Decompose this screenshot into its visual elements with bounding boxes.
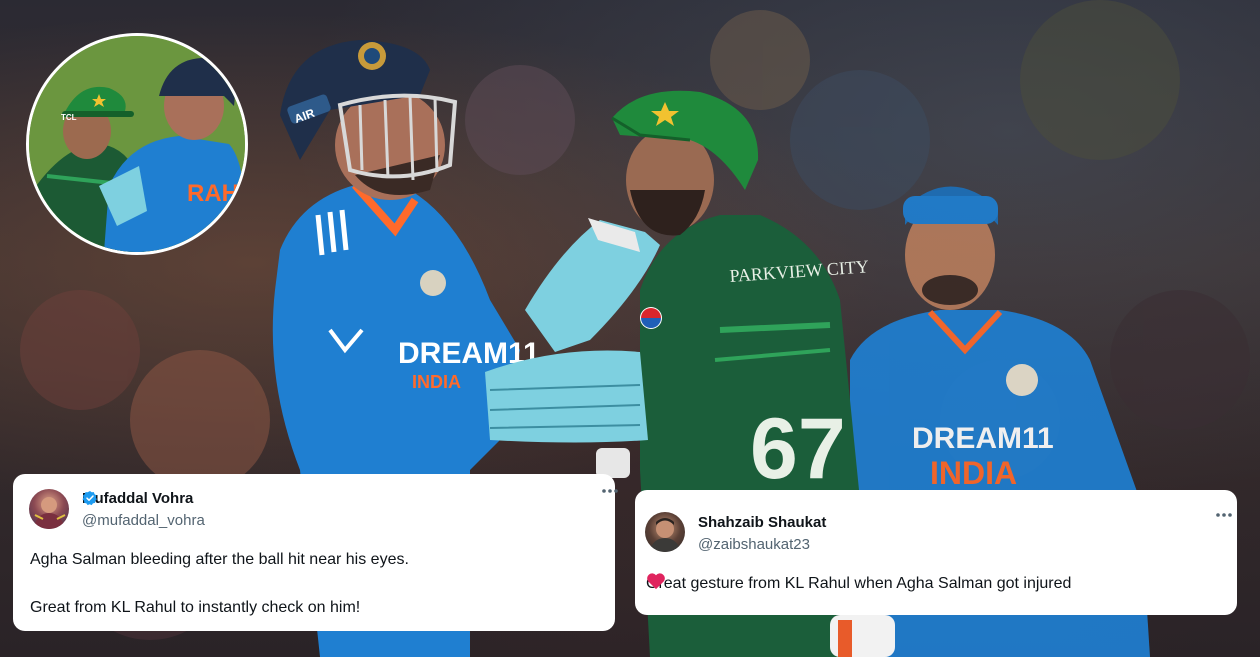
author-row: Shahzaib Shaukat [698,514,826,531]
inset-photo: TCL RAH [26,33,248,255]
avatar-image [649,518,681,552]
author-name[interactable]: Mufaddal Vohra [82,490,193,507]
inset-logo-text: TCL [61,113,77,122]
tweet-card-mufaddal[interactable]: Mufaddal Vohra @mufaddal_vohra Agha Salm… [13,474,618,631]
tweet-text: Great gesture from KL Rahul when Agha Sa… [646,575,1072,592]
verified-badge-icon [82,491,97,506]
avatar[interactable] [29,489,69,529]
more-dots [602,489,618,493]
jersey-right-brand: DREAM11 [912,422,1054,455]
inset-illustration: TCL RAH [29,36,245,252]
author-row: Mufaddal Vohra [82,490,193,507]
tweet-text-line-1: Great gesture from KL Rahul when Agha Sa… [646,572,1071,596]
jersey-right-country: INDIA [930,455,1017,491]
author-handle[interactable]: @zaibshaukat23 [698,536,810,553]
tweet-text-line-2: Great from KL Rahul to instantly check o… [30,599,361,616]
jersey-middle-number: 67 [750,401,846,497]
tweet-card-shahzaib[interactable]: Shahzaib Shaukat @zaibshaukat23 Great ge… [635,490,1237,615]
author-handle[interactable]: @mufaddal_vohra [82,512,205,529]
news-photo: DREAM11 INDIA PARKVIEW CITY 67 DREAM11 I… [0,0,1260,657]
inset-jersey-name: RAH [187,180,239,207]
red-heart-icon [647,573,665,590]
author-name[interactable]: Shahzaib Shaukat [698,514,826,531]
more-dots [1216,513,1232,517]
avatar[interactable] [645,512,685,552]
jersey-left-country: INDIA [412,372,461,392]
tweet-text-line-1: Agha Salman bleeding after the ball hit … [30,551,409,568]
avatar-image [33,497,66,529]
